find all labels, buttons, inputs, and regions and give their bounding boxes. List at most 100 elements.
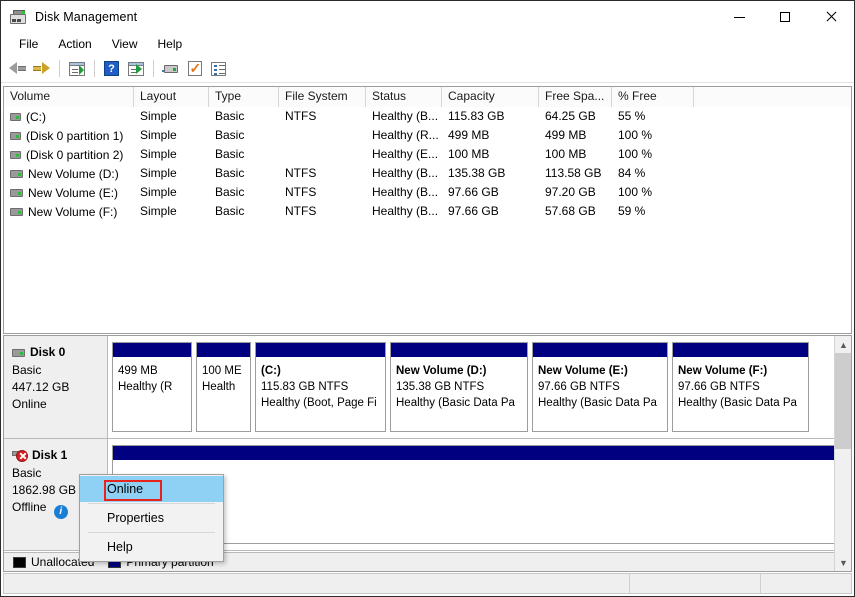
status-pane-3 xyxy=(761,574,851,593)
partition-disk0-d[interactable]: New Volume (D:) 135.38 GB NTFS Healthy (… xyxy=(390,342,528,432)
partition-text: New Volume (F:) 97.66 GB NTFS Healthy (B… xyxy=(673,357,808,431)
cell-percent-free: 100 % xyxy=(618,128,653,142)
partition-text: 100 ME Health xyxy=(197,357,250,431)
partition-text: 499 MB Healthy (R xyxy=(113,357,191,431)
cell-layout: Simple xyxy=(140,128,177,142)
disk-0-title: Disk 0 xyxy=(12,344,107,361)
cell-capacity: 97.66 GB xyxy=(448,185,499,199)
drive-icon xyxy=(10,188,23,197)
cell-free-space: 64.25 GB xyxy=(545,109,596,123)
disk-0-state: Online xyxy=(12,397,47,411)
menu-help[interactable]: Help xyxy=(148,35,193,53)
forward-arrow-icon[interactable] xyxy=(30,58,53,80)
disk-management-icon xyxy=(10,9,27,25)
drive-icon xyxy=(10,112,21,121)
column-header-percent-free[interactable]: % Free xyxy=(612,87,694,107)
partition-text: New Volume (D:) 135.38 GB NTFS Healthy (… xyxy=(391,357,527,431)
partition-size: 499 MB xyxy=(118,365,158,377)
graphical-view-scrollbar[interactable]: ▲ ▼ xyxy=(834,336,851,571)
disk-1-title: Disk 1 xyxy=(12,447,107,464)
minimize-button[interactable] xyxy=(716,1,762,33)
menu-file[interactable]: File xyxy=(9,35,48,53)
scrollbar-thumb[interactable] xyxy=(835,353,851,449)
info-icon[interactable]: i xyxy=(53,505,68,519)
column-header-file-system[interactable]: File System xyxy=(279,87,366,107)
up-one-level-icon[interactable] xyxy=(65,58,88,80)
drive-icon xyxy=(10,131,21,140)
close-button[interactable] xyxy=(808,1,854,33)
menu-bar: File Action View Help xyxy=(1,33,854,55)
rescan-disks-icon[interactable] xyxy=(183,58,206,80)
scroll-down-arrow-icon[interactable]: ▼ xyxy=(835,554,851,571)
show-hide-console-tree-icon[interactable] xyxy=(124,58,147,80)
column-header-type[interactable]: Type xyxy=(209,87,279,107)
cell-status: Healthy (B... xyxy=(372,204,439,218)
cell-status: Healthy (B... xyxy=(372,109,439,123)
help-glyph: ? xyxy=(104,61,119,76)
maximize-button[interactable] xyxy=(762,1,808,33)
scroll-up-arrow-icon[interactable]: ▲ xyxy=(835,336,851,353)
properties-icon[interactable] xyxy=(207,58,230,80)
disk-0-name: Disk 0 xyxy=(30,345,66,359)
partition-bar xyxy=(113,446,846,460)
window-controls xyxy=(716,1,854,33)
drive-icon xyxy=(10,169,23,178)
partition-disk0-c[interactable]: (C:) 115.83 GB NTFS Healthy (Boot, Page … xyxy=(255,342,386,432)
table-row[interactable]: (Disk 0 partition 1) Simple Basic Health… xyxy=(4,126,851,145)
cell-volume-label: New Volume (E:) xyxy=(28,185,119,200)
cell-free-space: 97.20 GB xyxy=(545,185,596,199)
partition-disk0-1[interactable]: 499 MB Healthy (R xyxy=(112,342,192,432)
table-row[interactable]: New Volume (F:) Simple Basic NTFS Health… xyxy=(4,202,851,221)
volume-list-header: Volume Layout Type File System Status Ca… xyxy=(4,87,851,107)
partition-bar xyxy=(673,343,808,357)
title-bar: Disk Management xyxy=(1,1,854,33)
disk-icon xyxy=(12,348,25,357)
drive-icon xyxy=(10,150,21,159)
cell-volume: (C:) xyxy=(4,107,134,126)
column-header-layout[interactable]: Layout xyxy=(134,87,209,107)
context-menu-item-online[interactable]: Online xyxy=(80,476,223,502)
cell-file-system xyxy=(279,126,366,145)
disk-row-disk-0[interactable]: Disk 0 Basic 447.12 GB Online 499 MB Hea… xyxy=(4,336,851,439)
partition-name: New Volume (E:) xyxy=(538,365,628,377)
volume-list[interactable]: Volume Layout Type File System Status Ca… xyxy=(3,86,852,334)
column-header-volume[interactable]: Volume xyxy=(4,87,134,107)
column-header-capacity[interactable]: Capacity xyxy=(442,87,539,107)
cell-type: Basic xyxy=(215,109,245,123)
menu-view[interactable]: View xyxy=(102,35,148,53)
cell-status: Healthy (E... xyxy=(372,147,439,161)
cell-type: Basic xyxy=(215,128,245,142)
column-header-status[interactable]: Status xyxy=(366,87,442,107)
menu-action[interactable]: Action xyxy=(48,35,101,53)
partition-name: New Volume (F:) xyxy=(678,365,768,377)
cell-layout: Simple xyxy=(140,109,177,123)
context-menu-item-help[interactable]: Help xyxy=(80,534,223,560)
cell-free-space: 499 MB xyxy=(545,128,587,142)
partition-disk0-e[interactable]: New Volume (E:) 97.66 GB NTFS Healthy (B… xyxy=(532,342,668,432)
unallocated-swatch xyxy=(13,556,26,568)
table-row[interactable]: New Volume (D:) Simple Basic NTFS Health… xyxy=(4,164,851,183)
column-header-free-space[interactable]: Free Spa... xyxy=(539,87,612,107)
disk-icon[interactable] xyxy=(159,58,182,80)
table-row[interactable]: (Disk 0 partition 2) Simple Basic Health… xyxy=(4,145,851,164)
table-row[interactable]: New Volume (E:) Simple Basic NTFS Health… xyxy=(4,183,851,202)
partition-disk0-f[interactable]: New Volume (F:) 97.66 GB NTFS Healthy (B… xyxy=(672,342,809,432)
partition-status: Healthy (Boot, Page Fi xyxy=(261,397,377,409)
context-menu: Online Properties Help xyxy=(79,474,224,562)
column-header-blank[interactable] xyxy=(694,87,851,107)
cell-free-space: 57.68 GB xyxy=(545,204,596,218)
help-icon[interactable]: ? xyxy=(100,58,123,80)
cell-file-system: NTFS xyxy=(285,204,317,218)
cell-volume-label: New Volume (D:) xyxy=(28,166,119,181)
context-menu-item-properties[interactable]: Properties xyxy=(80,505,223,531)
cell-file-system: NTFS xyxy=(285,166,317,180)
partition-disk0-2[interactable]: 100 ME Health xyxy=(196,342,251,432)
disk-1-state: Offline xyxy=(12,500,47,514)
cell-layout: Simple xyxy=(140,166,177,180)
cell-percent-free: 100 % xyxy=(618,185,653,199)
cell-capacity: 115.83 GB xyxy=(448,109,505,123)
cell-file-system: NTFS xyxy=(285,185,317,199)
table-row[interactable]: (C:) Simple Basic NTFS Healthy (B... 115… xyxy=(4,107,851,126)
back-arrow-icon[interactable] xyxy=(6,58,29,80)
disk-0-info[interactable]: Disk 0 Basic 447.12 GB Online xyxy=(4,336,108,438)
